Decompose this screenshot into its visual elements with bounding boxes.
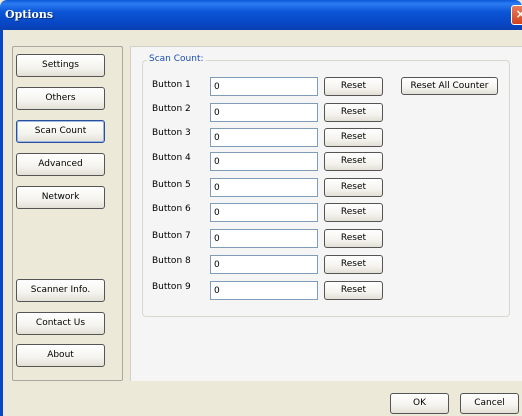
group-title: Scan Count:	[147, 54, 206, 64]
counter-input[interactable]: 0	[210, 255, 318, 274]
nav-scan-count-button[interactable]: Scan Count	[16, 120, 105, 143]
reset-button[interactable]: Reset	[324, 281, 383, 300]
row-label: Button 6	[152, 204, 191, 214]
reset-button[interactable]: Reset	[324, 77, 383, 96]
nav-network-button[interactable]: Network	[16, 186, 105, 209]
row-label: Button 5	[152, 180, 191, 190]
reset-button[interactable]: Reset	[324, 103, 383, 122]
counter-input[interactable]: 0	[210, 281, 318, 300]
reset-button[interactable]: Reset	[324, 128, 383, 147]
counter-input[interactable]: 0	[210, 203, 318, 222]
nav-contact-us-button[interactable]: Contact Us	[16, 312, 105, 335]
nav-advanced-button[interactable]: Advanced	[16, 153, 105, 176]
reset-button[interactable]: Reset	[324, 255, 383, 274]
counter-input[interactable]: 0	[210, 178, 318, 197]
nav-others-button[interactable]: Others	[16, 87, 105, 110]
reset-button[interactable]: Reset	[324, 203, 383, 222]
counter-input[interactable]: 0	[210, 77, 318, 96]
row-label: Button 4	[152, 153, 191, 163]
counter-input[interactable]: 0	[210, 103, 318, 122]
close-button[interactable]: ×	[511, 5, 522, 25]
window-title: Options	[5, 8, 54, 21]
reset-all-counter-button[interactable]: Reset All Counter	[401, 77, 498, 95]
close-icon: ×	[515, 7, 522, 21]
ok-button[interactable]: OK	[390, 393, 449, 414]
row-label: Button 3	[152, 128, 191, 138]
row-label: Button 2	[152, 104, 191, 114]
row-label: Button 9	[152, 282, 191, 292]
reset-button[interactable]: Reset	[324, 152, 383, 171]
window-frame	[0, 30, 3, 416]
counter-input[interactable]: 0	[210, 128, 318, 147]
nav-about-button[interactable]: About	[16, 344, 105, 367]
row-label: Button 1	[152, 80, 191, 90]
reset-button[interactable]: Reset	[324, 229, 383, 248]
counter-input[interactable]: 0	[210, 152, 318, 171]
title-bar: Options ×	[0, 0, 522, 30]
row-label: Button 7	[152, 231, 191, 241]
nav-scanner-info-button[interactable]: Scanner Info.	[16, 279, 105, 302]
counter-input[interactable]: 0	[210, 229, 318, 248]
cancel-button[interactable]: Cancel	[460, 393, 519, 414]
row-label: Button 8	[152, 256, 191, 266]
nav-settings-button[interactable]: Settings	[16, 54, 105, 77]
reset-button[interactable]: Reset	[324, 178, 383, 197]
